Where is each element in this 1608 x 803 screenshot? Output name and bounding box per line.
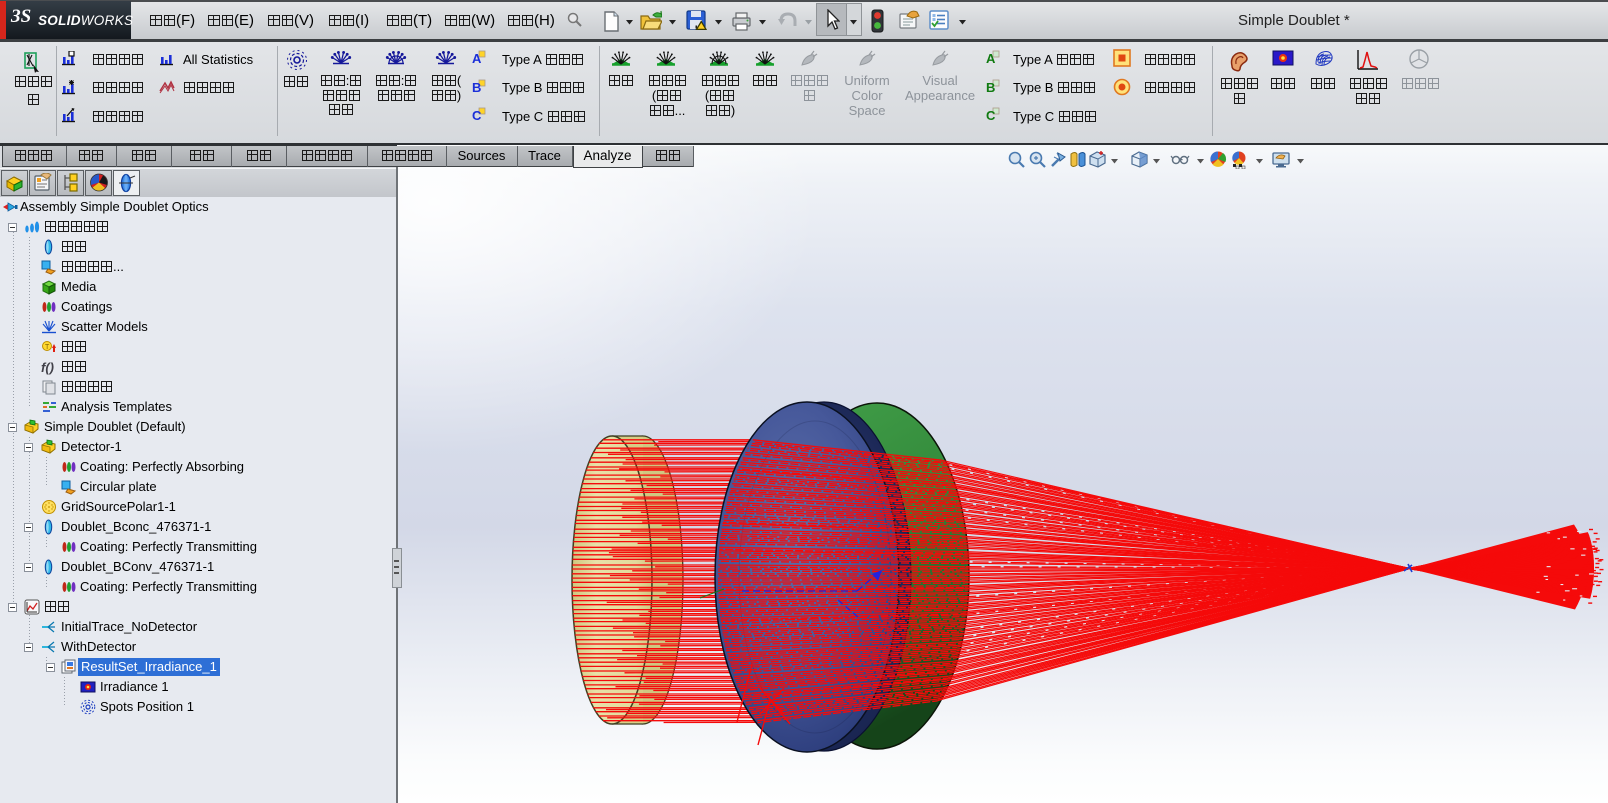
svg-text:f(): f() — [41, 360, 54, 375]
svg-text:B: B — [472, 80, 481, 95]
svg-text:C: C — [472, 108, 482, 123]
svg-text:A: A — [986, 51, 996, 66]
svg-text:B: B — [986, 80, 995, 95]
svg-text:A: A — [472, 51, 482, 66]
svg-text:T: T — [45, 344, 50, 351]
svg-text:C: C — [986, 108, 996, 123]
